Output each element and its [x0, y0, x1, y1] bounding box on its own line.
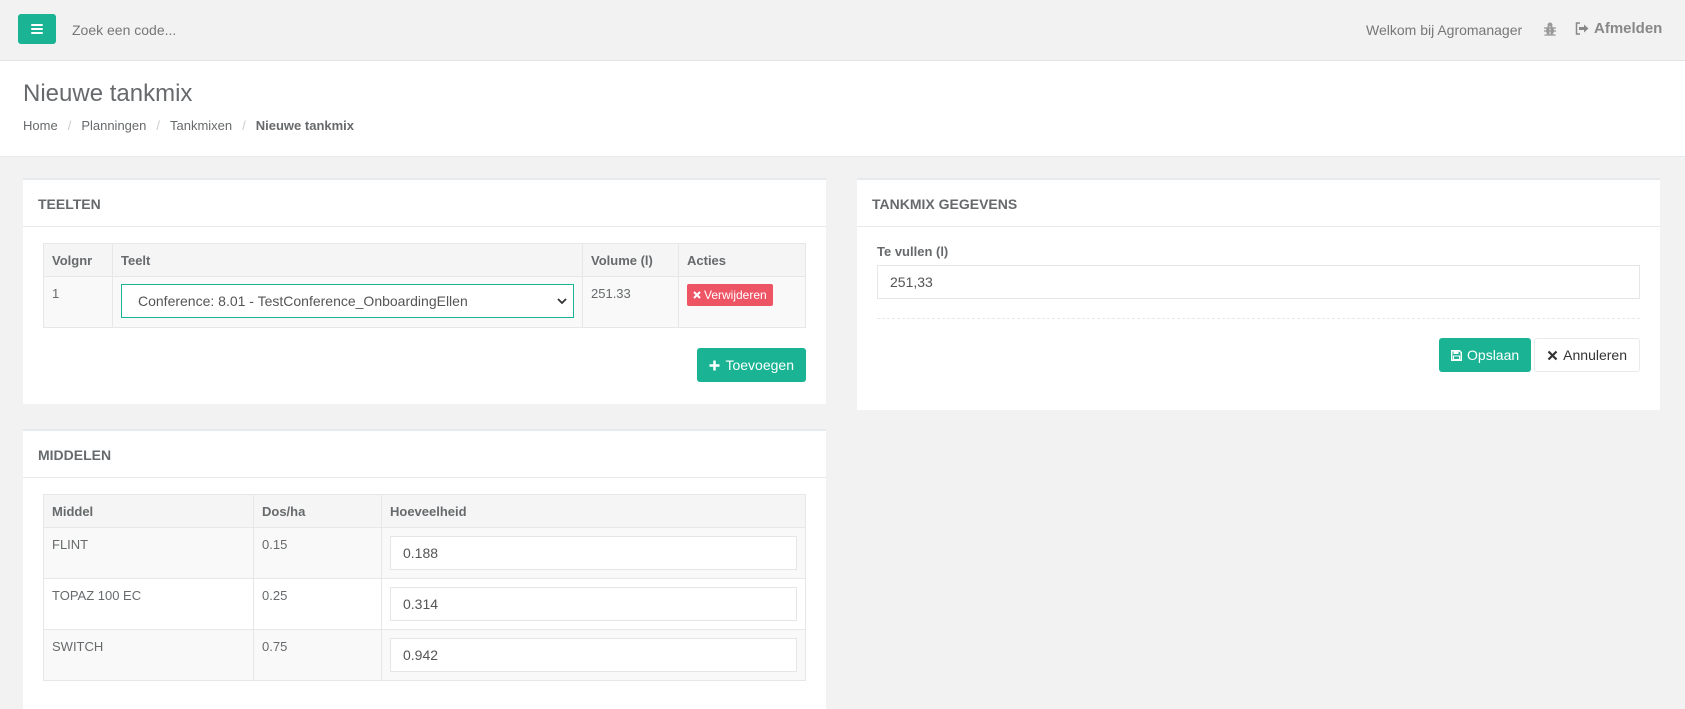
times-icon [693, 291, 701, 299]
dos-cell: 0.25 [253, 578, 382, 630]
remove-button[interactable]: Verwijderen [687, 284, 773, 306]
middelen-table: Middel Dos/ha Hoeveelheid FLINT 0.15 TOP… [43, 494, 806, 681]
top-navbar: Welkom bij Agromanager Afmelden [0, 0, 1685, 61]
hoeveelheid-input[interactable] [390, 536, 797, 570]
cancel-button[interactable]: Annuleren [1534, 338, 1640, 372]
logout-label: Afmelden [1594, 20, 1663, 37]
table-header-row: Middel Dos/ha Hoeveelheid [43, 494, 806, 528]
chevron-down-icon [557, 298, 567, 305]
teelt-select-value: Conference: 8.01 - TestConference_Onboar… [138, 293, 468, 309]
column-header: Teelt [112, 243, 583, 277]
sign-out-icon [1575, 22, 1589, 35]
menu-icon [31, 24, 43, 34]
add-button[interactable]: Toevoegen [697, 348, 806, 382]
column-header: Dos/ha [253, 494, 382, 528]
column-header: Middel [43, 494, 254, 528]
tankmix-gegevens-panel: TANKMIX GEGEVENS Te vullen (l) Opslaan A… [857, 178, 1660, 410]
column-header: Hoeveelheid [381, 494, 806, 528]
teelten-table: Volgnr Teelt Volume (l) Acties 1 Confere… [43, 243, 806, 328]
dos-cell: 0.15 [253, 527, 382, 579]
add-button-label: Toevoegen [725, 357, 794, 373]
page-heading: Nieuwe tankmix Home / Planningen / Tankm… [0, 61, 1685, 157]
volume-cell: 251.33 [582, 276, 679, 328]
middel-cell: FLINT [43, 527, 254, 579]
table-row: 1 Conference: 8.01 - TestConference_Onbo… [43, 276, 806, 328]
cancel-button-label: Annuleren [1563, 347, 1627, 363]
middel-cell: SWITCH [43, 629, 254, 681]
table-row: FLINT 0.15 [43, 527, 806, 579]
save-button-label: Opslaan [1467, 347, 1520, 363]
table-row: SWITCH 0.75 [43, 629, 806, 681]
tankmix-gegevens-title: TANKMIX GEGEVENS [857, 180, 1660, 227]
remove-button-label: Verwijderen [704, 288, 767, 302]
volgnr-cell: 1 [43, 276, 113, 328]
hoeveelheid-input[interactable] [390, 638, 797, 672]
teelten-panel: TEELTEN Volgnr Teelt Volume (l) Acties 1… [23, 178, 826, 404]
divider [877, 318, 1640, 319]
column-header: Volume (l) [582, 243, 679, 277]
save-button[interactable]: Opslaan [1439, 338, 1532, 372]
teelt-select[interactable]: Conference: 8.01 - TestConference_Onboar… [121, 284, 574, 318]
breadcrumb-current: Nieuwe tankmix [255, 118, 355, 133]
page-title: Nieuwe tankmix [23, 80, 193, 107]
breadcrumb-planningen[interactable]: Planningen [81, 118, 146, 133]
times-icon [1547, 350, 1558, 360]
menu-toggle-button[interactable] [18, 14, 56, 44]
plus-icon [709, 360, 720, 370]
hoeveelheid-input[interactable] [390, 587, 797, 621]
middelen-title: MIDDELEN [23, 431, 826, 478]
table-header-row: Volgnr Teelt Volume (l) Acties [43, 243, 806, 277]
column-header: Volgnr [43, 243, 113, 277]
search-input[interactable] [64, 16, 484, 44]
breadcrumb: Home / Planningen / Tankmixen / Nieuwe t… [23, 118, 355, 133]
save-icon [1451, 349, 1463, 361]
te-vullen-input[interactable] [877, 265, 1640, 299]
logout-link[interactable]: Afmelden [1575, 20, 1662, 37]
breadcrumb-home[interactable]: Home [23, 118, 58, 133]
bug-icon[interactable] [1543, 21, 1557, 37]
dos-cell: 0.75 [253, 629, 382, 681]
column-header: Acties [678, 243, 806, 277]
table-row: TOPAZ 100 EC 0.25 [43, 578, 806, 630]
middel-cell: TOPAZ 100 EC [43, 578, 254, 630]
te-vullen-label: Te vullen (l) [877, 244, 949, 259]
breadcrumb-tankmixen[interactable]: Tankmixen [170, 118, 232, 133]
teelten-title: TEELTEN [23, 180, 826, 227]
welcome-text: Welkom bij Agromanager [1366, 22, 1523, 38]
middelen-panel: MIDDELEN Middel Dos/ha Hoeveelheid FLINT… [23, 429, 826, 709]
